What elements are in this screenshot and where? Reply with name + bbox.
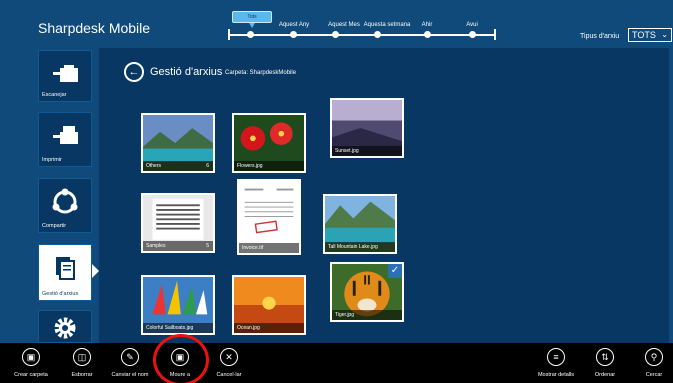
rename-icon: ✎ — [121, 348, 139, 366]
active-indicator — [92, 264, 99, 278]
sidebar-item-label: Gestió d'arxius — [42, 291, 79, 297]
cancel-icon: ✕ — [220, 348, 238, 366]
timeline-label-yesterday: Ahir — [421, 22, 433, 28]
timeline-track — [228, 34, 496, 36]
sidebar-item-print[interactable]: Imprimir — [38, 112, 92, 167]
sidebar-item-file-management[interactable]: Gestió d'arxius — [38, 244, 92, 301]
file-type-select[interactable]: TOTS ⌄ — [628, 28, 672, 42]
timeline-label-week: Aquesta setmana — [363, 22, 411, 28]
timeline-dot-yesterday[interactable] — [424, 31, 431, 38]
timeline-pointer — [249, 23, 255, 28]
file-tile-tiger[interactable]: ✓ Tiger.jpg — [330, 262, 404, 322]
file-tile-flowers[interactable]: Flowers.jpg — [232, 113, 306, 173]
create-folder-label: Crear carpeta — [14, 372, 48, 378]
timeline-label-year: Aquest Any — [278, 22, 310, 28]
delete-label: Esborrar — [71, 372, 93, 378]
search-button[interactable]: ⚲ Cercar — [634, 348, 673, 383]
file-name: Colorful Sailboats.jpg — [143, 323, 213, 333]
cancel-button[interactable]: ✕ Cancel·lar — [209, 348, 249, 383]
sort-label: Ordenar — [594, 372, 616, 378]
file-name: Tiger.jpg — [332, 310, 402, 320]
show-details-label: Mostrar detalls — [537, 372, 575, 378]
arrow-left-icon: ← — [128, 65, 140, 78]
details-icon: ≡ — [547, 348, 565, 366]
chevron-down-icon: ⌄ — [661, 30, 668, 39]
selected-check-icon[interactable]: ✓ — [388, 264, 402, 278]
file-name: Invoice.tif — [239, 243, 299, 253]
folder-path: Carpeta: SharpdeskMobile — [225, 70, 297, 76]
new-folder-icon: ▣ — [22, 348, 40, 366]
timeline-dot-all[interactable] — [247, 31, 254, 38]
file-type-label: Tipus d'arxiu — [580, 33, 620, 40]
sidebar-item-share[interactable]: Compartir — [38, 178, 92, 233]
page-title: Gestió d'arxius — [150, 66, 223, 78]
file-tile-sunset[interactable]: Sunset.jpg — [330, 98, 404, 158]
folder-count: 5 — [206, 243, 209, 249]
back-button[interactable]: ← — [124, 62, 144, 82]
sidebar-item-label: Imprimir — [42, 157, 62, 163]
file-name: Tall Mountain Lake.jpg — [325, 242, 395, 252]
file-tile-sailboats[interactable]: Colorful Sailboats.jpg — [141, 275, 215, 335]
print-icon — [39, 119, 91, 153]
app-bar: ▣ Crear carpeta ◫ Esborrar ✎ Canviar el … — [0, 343, 673, 383]
rename-label: Canviar el nom — [111, 372, 149, 378]
file-name: Ocean.jpg — [234, 323, 304, 333]
delete-button[interactable]: ◫ Esborrar — [62, 348, 102, 383]
top-bar: Sharpdesk Mobile Tots Aquest Any Aquest … — [0, 0, 673, 48]
search-icon: ⚲ — [645, 348, 663, 366]
search-label: Cercar — [645, 372, 663, 378]
share-icon — [39, 185, 91, 219]
highlight-ring — [153, 334, 209, 383]
file-tile-mountain-lake[interactable]: Tall Mountain Lake.jpg — [323, 194, 397, 254]
file-name: Flowers.jpg — [234, 161, 304, 171]
delete-icon: ◫ — [73, 348, 91, 366]
sidebar-item-settings[interactable] — [38, 310, 92, 343]
sort-button[interactable]: ⇅ Ordenar — [585, 348, 625, 383]
timeline-start-cap — [228, 29, 230, 40]
sidebar-item-label: Compartir — [42, 223, 67, 229]
timeline-dot-year[interactable] — [290, 31, 297, 38]
timeline-dot-week[interactable] — [374, 31, 381, 38]
file-tile-samples[interactable]: Samples 5 — [141, 193, 215, 253]
date-timeline[interactable]: Tots Aquest Any Aquest Mes Aquesta setma… — [228, 11, 496, 46]
file-tile-ocean[interactable]: Ocean.jpg — [232, 275, 306, 335]
create-folder-button[interactable]: ▣ Crear carpeta — [11, 348, 51, 383]
timeline-dot-today[interactable] — [469, 31, 476, 38]
file-name: Sunset.jpg — [332, 146, 402, 156]
timeline-dot-month[interactable] — [332, 31, 339, 38]
file-tile-others[interactable]: Others 6 — [141, 113, 215, 173]
rename-button[interactable]: ✎ Canviar el nom — [110, 348, 150, 383]
file-management-icon — [39, 251, 91, 285]
folder-count: 6 — [206, 163, 209, 169]
file-tile-invoice[interactable]: Invoice.tif — [237, 179, 301, 255]
timeline-selected-label[interactable]: Tots — [232, 11, 272, 23]
show-details-button[interactable]: ≡ Mostrar detalls — [536, 348, 576, 383]
timeline-label-today: Avui — [466, 22, 478, 28]
timeline-end-cap — [494, 29, 496, 40]
cancel-label: Cancel·lar — [216, 372, 242, 378]
timeline-label-month: Aquest Mes — [328, 22, 360, 28]
file-name: Others — [143, 161, 213, 171]
sort-icon: ⇅ — [596, 348, 614, 366]
sidebar-item-scan[interactable]: Escanejar — [38, 50, 92, 102]
file-type-value: TOTS — [632, 30, 656, 40]
scan-icon — [39, 57, 91, 91]
sidebar-item-label: Escanejar — [42, 92, 67, 98]
file-name: Samples — [143, 241, 213, 251]
app-title: Sharpdesk Mobile — [38, 20, 151, 36]
settings-gear-icon — [39, 315, 91, 341]
